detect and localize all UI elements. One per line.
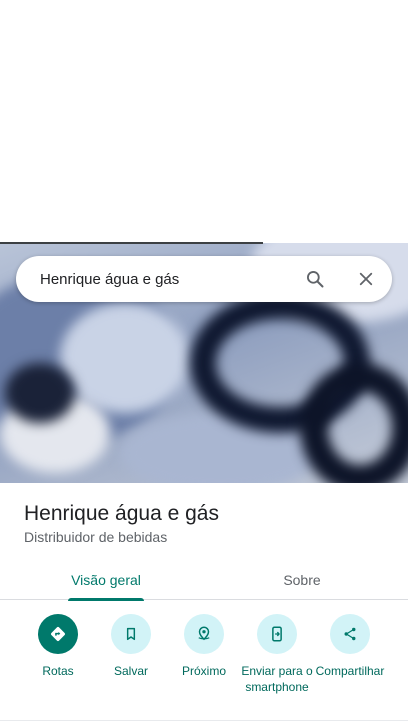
place-category[interactable]: Distribuidor de bebidas [24, 529, 167, 545]
nearby-label: Próximo [181, 664, 226, 678]
directions-icon [38, 614, 78, 654]
save-button[interactable]: Salvar [91, 614, 171, 679]
send-to-phone-icon [257, 614, 297, 654]
share-icon [330, 614, 370, 654]
bookmark-icon [111, 614, 151, 654]
send-to-phone-button[interactable]: Enviar para o smartphone [237, 614, 317, 695]
share-label: Compartilhar [315, 664, 385, 678]
map-area-blank [0, 0, 408, 243]
search-query-text[interactable]: Henrique água e gás [40, 271, 303, 288]
close-icon[interactable] [354, 267, 378, 291]
action-buttons: Rotas Salvar Próximo Enviar para o smart… [0, 614, 408, 714]
search-icon[interactable] [303, 267, 327, 291]
share-button[interactable]: Compartilhar [310, 614, 390, 679]
search-bar[interactable]: Henrique água e gás [16, 256, 392, 302]
tab-overview-label: Visão geral [71, 572, 141, 588]
directions-label: Rotas [42, 664, 74, 678]
place-name: Henrique água e gás [24, 502, 219, 525]
tab-about[interactable]: Sobre [250, 560, 354, 600]
photo-progress-indicator [0, 242, 263, 244]
directions-button[interactable]: Rotas [18, 614, 98, 679]
active-tab-indicator [68, 598, 144, 601]
nearby-icon [184, 614, 224, 654]
tab-about-label: Sobre [283, 572, 321, 588]
send-to-phone-label: Enviar para o smartphone [241, 664, 313, 694]
nearby-button[interactable]: Próximo [164, 614, 244, 679]
save-label: Salvar [113, 664, 148, 678]
tab-overview[interactable]: Visão geral [52, 560, 160, 601]
tab-bar: Visão geral Sobre [0, 560, 408, 601]
bottom-divider [0, 720, 408, 721]
